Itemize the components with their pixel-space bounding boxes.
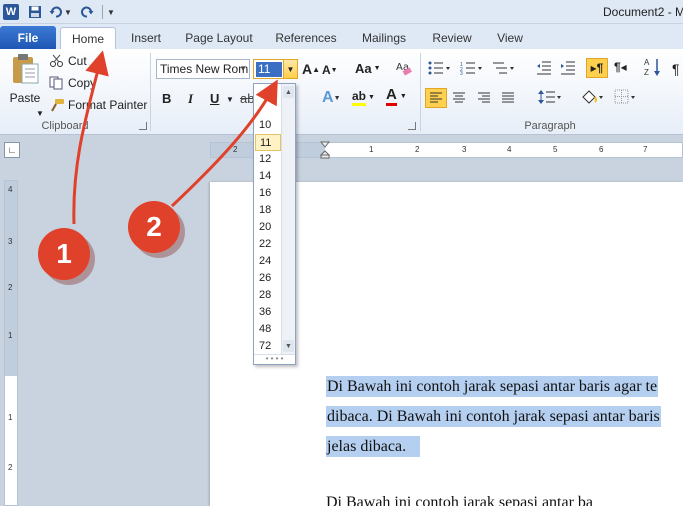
callout-badge-1: 1 xyxy=(38,228,90,280)
callout-arrows xyxy=(72,50,278,225)
arrow-to-size-combo xyxy=(170,79,278,208)
callout-badge-2: 2 xyxy=(128,201,180,253)
arrow-to-home-tab xyxy=(72,50,109,225)
